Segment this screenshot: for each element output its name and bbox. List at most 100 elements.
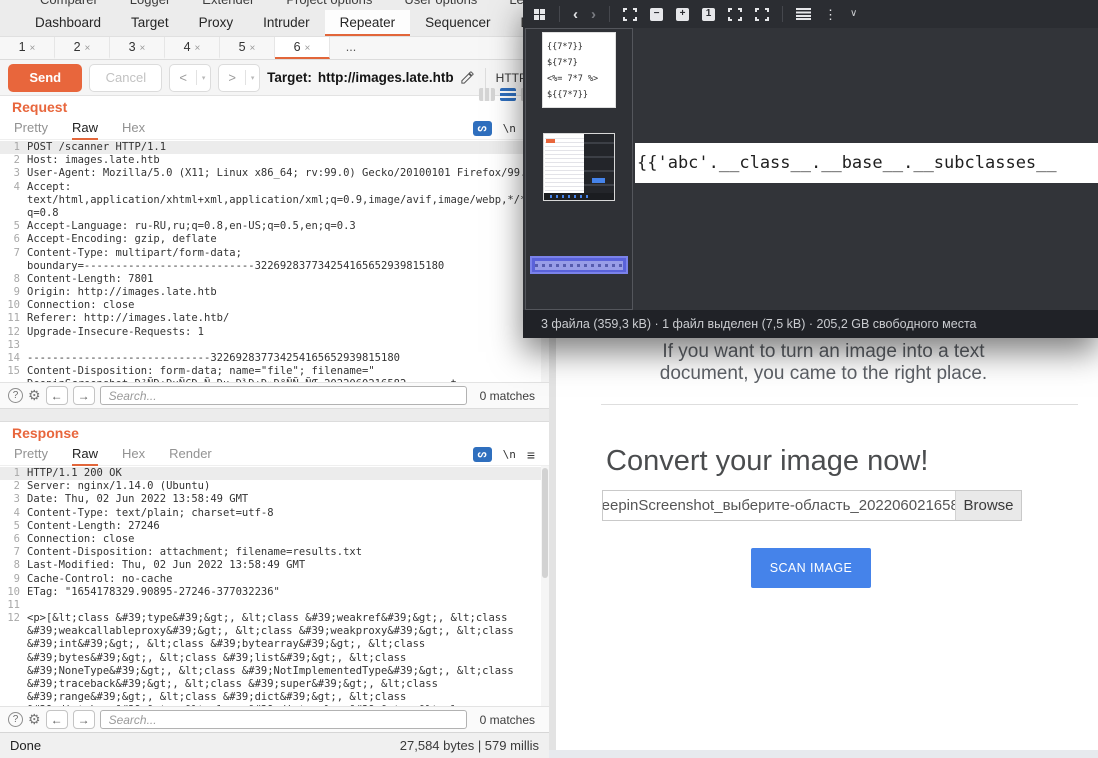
close-tab-icon[interactable]: ×	[305, 43, 311, 54]
repeater-tab-row: 1× 2× 3× 4× 5× 6×	[0, 37, 549, 60]
search-next-button[interactable]: →	[73, 386, 95, 405]
response-view-tab[interactable]: Pretty	[14, 444, 48, 466]
burp-top-tab[interactable]: User options	[388, 0, 493, 10]
send-button[interactable]: Send	[8, 64, 82, 92]
history-back-button[interactable]: < ▾	[169, 64, 211, 92]
status-done: Done	[10, 738, 41, 753]
request-search-input[interactable]	[100, 386, 467, 405]
request-line: 13	[0, 339, 549, 352]
request-line: 7 Content-Type: multipart/form-data;	[0, 247, 549, 260]
burp-top-tab-row: ComparerLoggerExtenderProject optionsUse…	[0, 0, 549, 10]
search-prev-button[interactable]: ←	[46, 386, 68, 405]
response-view-tab[interactable]: Raw	[72, 444, 98, 466]
request-view-tab[interactable]: Pretty	[14, 118, 48, 140]
file-upload-input[interactable]: DeepinScreenshot_выберите-область_202206…	[602, 490, 1022, 521]
zoom-out-icon[interactable]: −	[650, 8, 663, 21]
burp-main-tab-row: DashboardTargetProxyIntruderRepeaterSequ…	[0, 10, 549, 37]
more-tabs-button[interactable]: ...	[330, 37, 372, 59]
folder-view-icon[interactable]	[534, 9, 539, 14]
request-line: 1 POST /scanner HTTP/1.1	[0, 141, 549, 154]
request-line: 2 Host: images.late.htb	[0, 154, 549, 167]
response-search-input[interactable]	[100, 710, 467, 729]
request-line: 15 Content-Disposition: form-data; name=…	[0, 365, 549, 378]
fit-width-icon[interactable]	[728, 8, 742, 21]
forward-dropdown-icon[interactable]: ▾	[246, 74, 259, 82]
thumbnail-screenshot[interactable]	[543, 133, 615, 201]
chevron-down-icon[interactable]: ∨	[850, 9, 857, 19]
list-view-icon[interactable]	[796, 8, 811, 20]
syntax-highlight-icon[interactable]: ᔕ	[473, 121, 492, 136]
browse-button[interactable]: Browse	[955, 491, 1021, 520]
burp-main-tab[interactable]: Dashboard	[20, 10, 116, 36]
burp-top-tab[interactable]: Extender	[186, 0, 270, 10]
file-count-status: 3 файла (359,3 kB) · 1 файл выделен (7,5…	[541, 317, 977, 331]
scan-image-button[interactable]: SCAN IMAGE	[751, 548, 871, 588]
show-newlines-icon[interactable]: \n	[503, 448, 516, 461]
repeater-tab[interactable]: 2×	[55, 37, 110, 59]
layout-rows-button[interactable]	[500, 88, 516, 101]
request-line: 11 Referer: http://images.late.htb/	[0, 312, 549, 325]
repeater-tab[interactable]: 3×	[110, 37, 165, 59]
repeater-tab[interactable]: 4×	[165, 37, 220, 59]
request-line: 3 User-Agent: Mozilla/5.0 (X11; Linux x8…	[0, 167, 549, 180]
request-line: DeepinScreenshot_Ð²ÑÐ±ÐµÑ€Ð¸Ñ‚Ðµ-Ð¾Ð±Ð»Ð…	[0, 378, 549, 382]
show-newlines-icon[interactable]: \n	[503, 122, 516, 135]
payload-line: <%= 7*7 %>	[547, 71, 611, 87]
burp-main-tab[interactable]: Intruder	[248, 10, 325, 36]
burp-main-tab[interactable]: Repeater	[325, 10, 411, 36]
response-line: 2 Server: nginx/1.14.0 (Ubuntu)	[0, 480, 549, 493]
layout-columns-button[interactable]	[479, 88, 495, 101]
gear-icon[interactable]: ⚙	[28, 711, 41, 728]
close-tab-icon[interactable]: ×	[250, 43, 256, 54]
response-line: 12 <p>[&lt;class &#39;type&#39;&gt;, &lt…	[0, 612, 549, 625]
search-next-button[interactable]: →	[73, 710, 95, 729]
thumbnail-payload-image[interactable]: {{7*7}}${7*7}<%= 7*7 %>${{7*7}}	[542, 32, 616, 108]
panel-splitter[interactable]	[0, 408, 549, 422]
search-prev-button[interactable]: ←	[46, 710, 68, 729]
kebab-menu-icon[interactable]: ⋮	[824, 8, 837, 21]
response-line: &#39;dict_keys&#39;&gt;, &lt;class &#39;…	[0, 704, 549, 706]
next-image-icon[interactable]: ›	[591, 7, 596, 22]
back-dropdown-icon[interactable]: ▾	[197, 74, 210, 82]
request-line: q=0.8	[0, 207, 549, 220]
burp-main-tab[interactable]: Target	[116, 10, 184, 36]
burp-top-tab[interactable]: Project options	[270, 0, 388, 10]
panel-menu-icon[interactable]: ≡	[527, 447, 535, 463]
burp-top-tab[interactable]: Comparer	[24, 0, 114, 10]
fit-height-icon[interactable]	[755, 8, 769, 21]
repeater-tab[interactable]: 5×	[220, 37, 275, 59]
help-icon[interactable]: ?	[8, 388, 23, 403]
burp-main-tab[interactable]: Sequencer	[410, 10, 505, 36]
syntax-highlight-icon[interactable]: ᔕ	[473, 447, 492, 462]
response-view-tab[interactable]: Render	[169, 444, 212, 466]
previous-image-icon[interactable]: ‹	[573, 7, 578, 22]
thumbnail-selected-image[interactable]	[530, 256, 628, 274]
burp-main-tab[interactable]: Proxy	[184, 10, 249, 36]
cancel-button[interactable]: Cancel	[89, 64, 162, 92]
response-scrollbar[interactable]	[541, 466, 549, 706]
help-icon[interactable]: ?	[8, 712, 23, 727]
response-view-tab[interactable]: Hex	[122, 444, 145, 466]
gear-icon[interactable]: ⚙	[28, 387, 41, 404]
close-tab-icon[interactable]: ×	[140, 43, 146, 54]
response-line: 6 Connection: close	[0, 533, 549, 546]
burp-top-tab[interactable]: Logger	[114, 0, 186, 10]
forward-arrow-icon: >	[219, 70, 245, 85]
request-view-tab[interactable]: Raw	[72, 118, 98, 140]
request-view-tab[interactable]: Hex	[122, 118, 145, 140]
history-forward-button[interactable]: > ▾	[218, 64, 260, 92]
fit-window-icon[interactable]	[623, 8, 637, 21]
edit-target-pencil-icon[interactable]	[460, 70, 475, 85]
response-viewer[interactable]: 1 HTTP/1.1 200 OK 2 Server: nginx/1.14.0…	[0, 466, 549, 706]
burp-suite-window: ComparerLoggerExtenderProject optionsUse…	[0, 0, 549, 758]
close-tab-icon[interactable]: ×	[85, 43, 91, 54]
close-tab-icon[interactable]: ×	[30, 43, 36, 54]
repeater-tab[interactable]: 1×	[0, 37, 55, 59]
repeater-tab[interactable]: 6×	[275, 37, 330, 59]
close-tab-icon[interactable]: ×	[195, 43, 201, 54]
request-editor[interactable]: 1 POST /scanner HTTP/1.1 2 Host: images.…	[0, 140, 549, 382]
zoom-in-icon[interactable]: +	[676, 8, 689, 21]
actual-size-icon[interactable]: 1	[702, 8, 715, 21]
browser-bottom-edge	[549, 750, 1098, 758]
response-line: &#39;NoneType&#39;&gt;, &lt;class &#39;N…	[0, 665, 549, 678]
